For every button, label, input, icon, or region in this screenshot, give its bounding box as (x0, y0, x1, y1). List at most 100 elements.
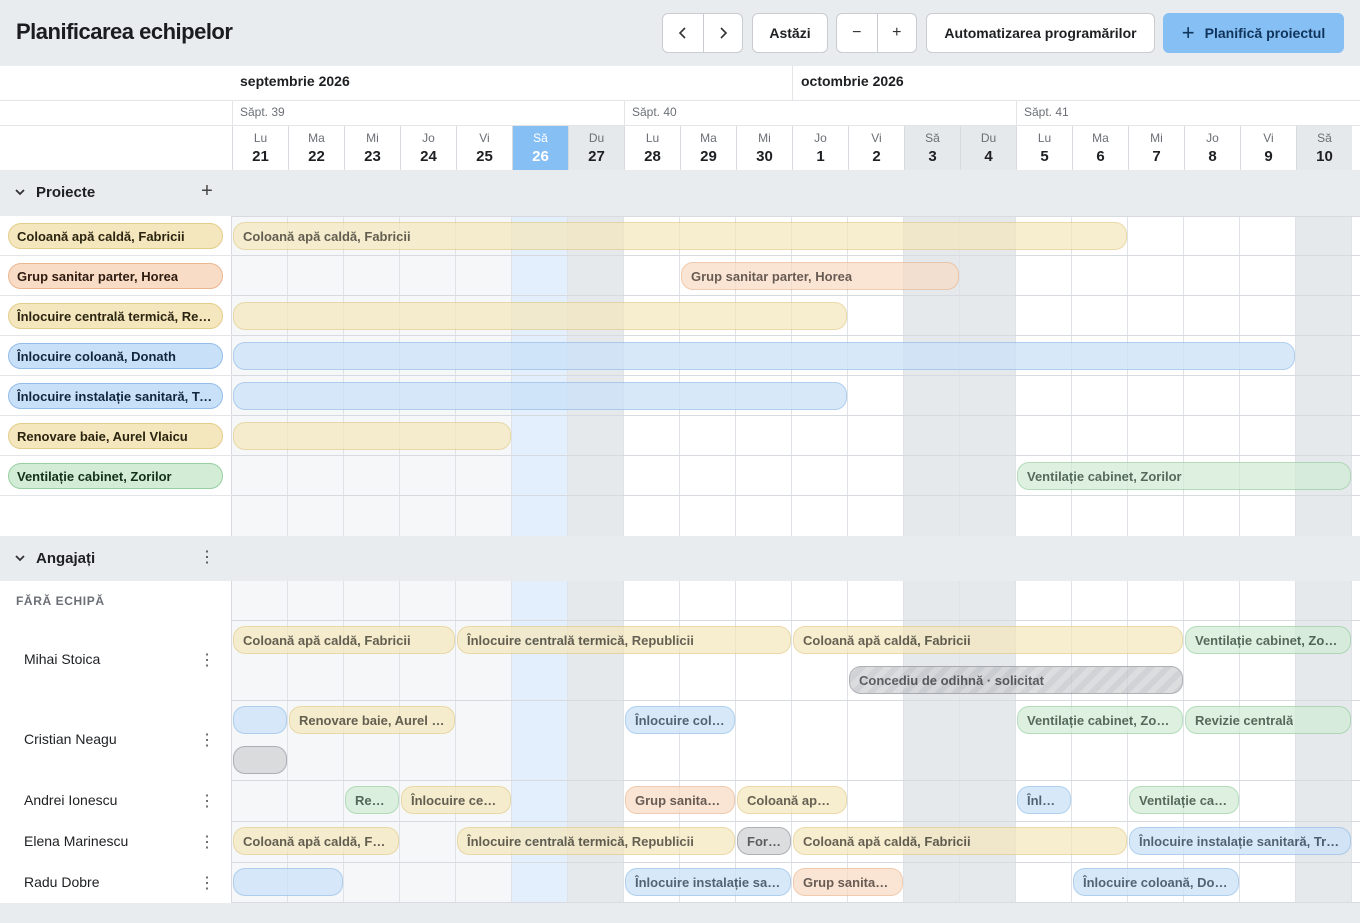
schedule-bar[interactable]: Înlocuire coloană, Donath (625, 706, 735, 734)
day-column-background (456, 216, 512, 536)
add-project-icon[interactable]: + (196, 180, 218, 202)
schedule-bar[interactable]: Revizie centrală (1185, 706, 1351, 734)
schedule-bar[interactable]: Ventilație cabinet, Zorilor (1017, 706, 1183, 734)
day-column-header[interactable]: Mi 23 (344, 126, 400, 170)
schedule-bar[interactable] (233, 382, 847, 410)
day-column-header[interactable]: Ma 29 (680, 126, 736, 170)
project-list-item[interactable]: Renovare baie, Aurel Vlaicu (8, 423, 223, 449)
more-options-icon[interactable]: ⋮ (199, 833, 215, 851)
more-options-icon[interactable]: ⋮ (196, 546, 218, 568)
schedule-bar[interactable] (233, 706, 287, 734)
schedule-bar[interactable] (233, 302, 847, 330)
schedule-bar[interactable] (233, 342, 1295, 370)
chevron-left-icon (678, 27, 686, 39)
next-period-button[interactable] (702, 14, 743, 52)
day-name: Lu (253, 131, 268, 145)
day-column-header[interactable]: Ma 6 (1072, 126, 1128, 170)
employee-name[interactable]: Mihai Stoica (24, 651, 100, 667)
schedule-bar[interactable]: Ventilație cabinet, Zorilor (1017, 462, 1351, 490)
schedule-bar[interactable]: Înlocuire centrală termică, Republicii (457, 827, 735, 855)
day-number: 27 (588, 148, 605, 165)
more-options-icon[interactable]: ⋮ (199, 874, 215, 892)
zoom-out-button[interactable]: − (837, 14, 877, 52)
day-name: Mi (758, 131, 771, 145)
schedule-bar[interactable]: Coloană apă caldă, Fabricii (793, 827, 1127, 855)
day-name: Să (925, 131, 940, 145)
row-divider (0, 335, 232, 336)
employee-name[interactable]: Radu Dobre (24, 874, 100, 890)
schedule-bar[interactable]: Coloană apă caldă, Fabricii (233, 626, 455, 654)
today-button[interactable]: Astăzi (752, 13, 828, 53)
schedule-bar[interactable]: Renovare baie, Aurel Vlaicu (289, 706, 455, 734)
project-list-item[interactable]: Înlocuire instalație sanitară, Traian (8, 383, 223, 409)
project-list-item[interactable]: Ventilație cabinet, Zorilor (8, 463, 223, 489)
schedule-bar[interactable]: Înlocuire centrală termică, Republicii (401, 786, 511, 814)
schedule-bar[interactable]: Grup sanitar parter, Horea (625, 786, 735, 814)
day-column-header[interactable]: Lu 5 (1016, 126, 1072, 170)
employee-name[interactable]: Andrei Ionescu (24, 792, 117, 808)
schedule-bar[interactable]: Formare (737, 827, 791, 855)
project-list-item[interactable]: Coloană apă caldă, Fabricii (8, 223, 223, 249)
more-options-icon[interactable]: ⋮ (199, 792, 215, 810)
day-column-header[interactable]: Mi 7 (1128, 126, 1184, 170)
week-label: Săpt. 39 (240, 105, 285, 119)
schedule-bar[interactable]: Coloană apă caldă, Fabricii (233, 222, 1127, 250)
chevron-down-icon[interactable] (12, 550, 28, 566)
day-column-header[interactable]: Jo 1 (792, 126, 848, 170)
zoom-in-button[interactable]: + (876, 14, 917, 52)
employees-grid: FĂRĂ ECHIPĂ Mihai Stoica ⋮ Cristian Neagu ⋮ A… (0, 581, 1360, 903)
schedule-bar-label: Concediu de odihnă · solicitat (859, 672, 1044, 688)
schedule-bar[interactable]: Coloană apă caldă, Fabricii (737, 786, 847, 814)
schedule-bar[interactable] (233, 746, 287, 774)
day-column-header[interactable]: Vi 25 (456, 126, 512, 170)
schedule-bar[interactable]: Ventilație cabinet, Zorilor (1129, 786, 1239, 814)
day-column-header[interactable]: Să 10 (1296, 126, 1352, 170)
day-number: 8 (1208, 148, 1217, 165)
project-list-item[interactable]: Grup sanitar parter, Horea (8, 263, 223, 289)
day-gridline (567, 216, 568, 536)
day-column-header[interactable]: Mi 30 (736, 126, 792, 170)
schedule-bar[interactable]: Grup sanitar parter, Horea (793, 868, 903, 896)
schedule-bar[interactable]: Înlocuire instalație sanitară, Traian (625, 868, 791, 896)
employee-name[interactable]: Cristian Neagu (24, 731, 117, 747)
day-column-header[interactable]: Să 26 (512, 126, 568, 170)
day-column-header[interactable]: Lu 21 (232, 126, 288, 170)
schedule-bar-label: Revizie centrală (355, 792, 389, 808)
employee-name[interactable]: Elena Marinescu (24, 833, 128, 849)
schedule-bar[interactable] (233, 422, 511, 450)
day-number: 6 (1096, 148, 1105, 165)
schedule-bar-label: Renovare baie, Aurel Vlaicu (299, 712, 445, 728)
schedule-bar[interactable]: Coloană apă caldă, Fabricii (793, 626, 1183, 654)
schedule-bar[interactable]: Grup sanitar parter, Horea (681, 262, 959, 290)
day-column-header[interactable]: Jo 8 (1184, 126, 1240, 170)
day-column-header[interactable]: Du 27 (568, 126, 624, 170)
schedule-bar-label: Înlocuire instalație sanitară, Traian (1139, 833, 1341, 849)
project-list-item[interactable]: Înlocuire centrală termică, Republicii (8, 303, 223, 329)
more-options-icon[interactable]: ⋮ (199, 651, 215, 669)
day-column-header[interactable]: Ma 22 (288, 126, 344, 170)
schedule-bar[interactable]: Revizie centrală (345, 786, 399, 814)
more-options-icon[interactable]: ⋮ (199, 731, 215, 749)
day-column-header[interactable]: Jo 24 (400, 126, 456, 170)
day-column-header[interactable]: Vi 9 (1240, 126, 1296, 170)
day-gridline (455, 581, 456, 903)
day-gridline (679, 216, 680, 536)
schedule-bar[interactable] (233, 868, 343, 896)
schedule-bar[interactable]: Înlocuire centrală termică, Republicii (457, 626, 791, 654)
schedule-bar[interactable]: Înlocuire coloană, Donath (1017, 786, 1071, 814)
chevron-down-icon[interactable] (12, 184, 28, 200)
schedule-bar[interactable]: Înlocuire instalație sanitară, Traian (1129, 827, 1351, 855)
project-list-item[interactable]: Înlocuire coloană, Donath (8, 343, 223, 369)
previous-period-button[interactable] (663, 14, 703, 52)
day-column-header[interactable]: Du 4 (960, 126, 1016, 170)
day-column-header[interactable]: Lu 28 (624, 126, 680, 170)
leave-request-bar[interactable]: Concediu de odihnă · solicitat (849, 666, 1183, 694)
plan-project-button[interactable]: + Planifică proiectul (1163, 13, 1344, 53)
automation-button[interactable]: Automatizarea programărilor (926, 13, 1155, 53)
schedule-bar[interactable]: Înlocuire coloană, Donath (1073, 868, 1239, 896)
day-column-header[interactable]: Să 3 (904, 126, 960, 170)
schedule-bar[interactable]: Ventilație cabinet, Zorilor (1185, 626, 1351, 654)
day-column-header[interactable]: Vi 2 (848, 126, 904, 170)
schedule-bar[interactable]: Coloană apă caldă, Fabricii (233, 827, 399, 855)
day-gridline (1351, 581, 1352, 903)
